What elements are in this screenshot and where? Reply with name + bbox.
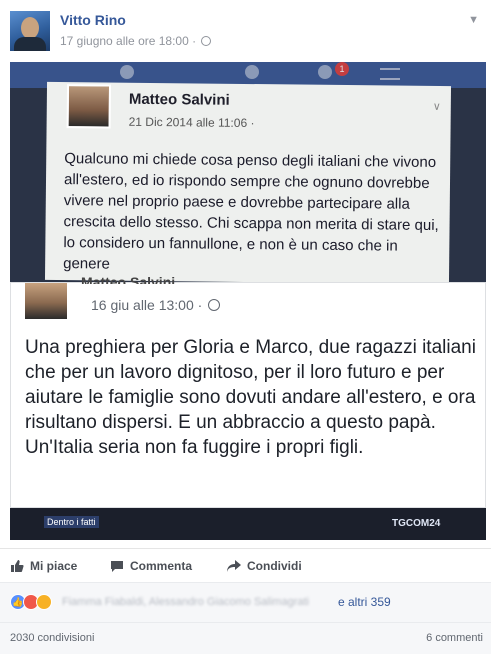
comments-count[interactable]: 6 commenti bbox=[426, 632, 483, 644]
notifications-icon bbox=[318, 65, 332, 79]
reactions-bar[interactable]: 👍 Fiamma Fiabaldi, Alessandro Giacomo Sa… bbox=[0, 582, 491, 622]
post-meta: 17 giugno alle ore 18:00 · bbox=[60, 34, 212, 48]
comment-icon bbox=[111, 561, 123, 572]
globe-icon bbox=[208, 299, 221, 311]
old-post-date: 21 Dic 2014 alle 11:06 · bbox=[128, 114, 255, 131]
new-post-card: Matteo Salvini 16 giu alle 13:00 · Una p… bbox=[10, 274, 486, 508]
messages-icon bbox=[245, 65, 259, 79]
like-button[interactable]: Mi piace bbox=[10, 559, 77, 573]
post-photo[interactable]: 1 Matteo Salvini 21 Dic 2014 alle 11:06 … bbox=[10, 62, 486, 540]
post-footer: 2030 condivisioni 6 commenti bbox=[0, 622, 491, 654]
notification-badge: 1 bbox=[335, 62, 349, 76]
new-post-text: Una preghiera per Gloria e Marco, due ra… bbox=[25, 337, 476, 458]
author-name[interactable]: Vitto Rino bbox=[60, 12, 126, 28]
old-post-author: Matteo Salvini bbox=[128, 90, 230, 109]
author-avatar[interactable] bbox=[10, 11, 50, 51]
old-post-avatar bbox=[66, 84, 112, 129]
avatar-head bbox=[21, 17, 39, 39]
old-post-text: Qualcuno mi chiede cosa penso degli ital… bbox=[63, 150, 439, 273]
chevron-down-icon: ∨ bbox=[432, 100, 441, 114]
new-post-date: 16 giu alle 13:00 · bbox=[91, 297, 203, 313]
share-label: Condividi bbox=[247, 559, 302, 573]
reaction-icons: 👍 bbox=[10, 594, 52, 610]
new-post-avatar bbox=[25, 283, 67, 319]
share-button[interactable]: Condividi bbox=[226, 559, 302, 573]
share-arrow-icon bbox=[227, 560, 241, 572]
shares-count[interactable]: 2030 condivisioni bbox=[10, 632, 94, 644]
comment-button[interactable]: Commenta bbox=[110, 559, 192, 573]
haha-reaction-icon bbox=[36, 594, 52, 610]
chevron-down-icon[interactable]: ▼ bbox=[468, 14, 479, 26]
tv-label-right: TGCOM24 bbox=[392, 518, 441, 529]
action-bar: Mi piace Commenta Condividi bbox=[0, 548, 491, 582]
new-post-author: Matteo Salvini bbox=[81, 274, 176, 284]
globe-icon bbox=[201, 36, 212, 46]
menu-icon bbox=[380, 68, 400, 80]
old-post-card: Matteo Salvini 21 Dic 2014 alle 11:06 · … bbox=[44, 81, 452, 285]
thumbs-up-icon bbox=[11, 560, 24, 572]
post-header: Vitto Rino 17 giugno alle ore 18:00 · ▼ bbox=[0, 0, 491, 62]
like-label: Mi piace bbox=[30, 559, 78, 573]
friends-icon bbox=[120, 65, 134, 79]
post-timestamp[interactable]: 17 giugno alle ore 18:00 · bbox=[60, 34, 196, 48]
reaction-names[interactable]: Fiamma Fiabaldi, Alessandro Giacomo Sali… bbox=[62, 596, 309, 608]
reaction-others-link[interactable]: e altri 359 bbox=[338, 595, 391, 609]
new-post-meta: 16 giu alle 13:00 · bbox=[91, 297, 221, 313]
comment-label: Commenta bbox=[130, 559, 193, 573]
phone-screenshot: 1 Matteo Salvini 21 Dic 2014 alle 11:06 … bbox=[10, 62, 486, 285]
tv-label-left: Dentro i fatti bbox=[44, 516, 99, 528]
avatar-body bbox=[14, 37, 46, 51]
tv-strip: Dentro i fatti TGCOM24 bbox=[10, 508, 486, 540]
